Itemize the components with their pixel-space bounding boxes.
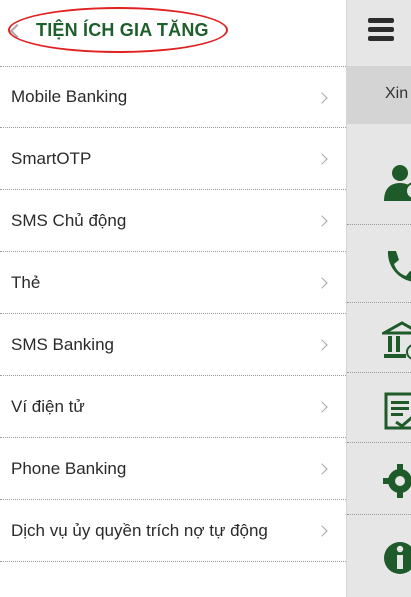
menu-item-label: Mobile Banking: [11, 87, 128, 106]
menu-item-sms-banking[interactable]: SMS Banking: [0, 314, 346, 376]
chevron-right-icon: [316, 153, 328, 165]
menu-item-smartotp[interactable]: SmartOTP: [0, 128, 346, 190]
chevron-right-icon: [316, 401, 328, 413]
menu-item-label: Ví điện tử: [11, 396, 85, 416]
divider: [347, 514, 411, 515]
info-icon[interactable]: [382, 540, 411, 580]
main-page-partial: Xin $: [347, 0, 411, 597]
menu-item-phone-banking[interactable]: Phone Banking: [0, 438, 346, 500]
divider: [347, 302, 411, 303]
menu-item-label: Thẻ: [11, 272, 41, 292]
greeting-text: Xin: [385, 85, 409, 102]
phone-icon[interactable]: [382, 247, 411, 287]
menu-item-uy-quyen-trich-no[interactable]: Dịch vụ ủy quyền trích nợ tự động: [0, 500, 346, 562]
hamburger-menu-icon[interactable]: [368, 18, 394, 42]
menu-item-label: Dịch vụ ủy quyền trích nợ tự động: [11, 520, 268, 540]
menu-item-vi-dien-tu[interactable]: Ví điện tử: [0, 376, 346, 438]
divider: [347, 442, 411, 443]
menu-item-label: SMS Banking: [11, 334, 114, 354]
drawer-menu: Mobile Banking SmartOTP SMS Chủ động Thẻ…: [0, 66, 346, 562]
settings-icon[interactable]: [382, 461, 411, 501]
highlight-annotation-oval: [8, 7, 228, 53]
chevron-right-icon: [316, 215, 328, 227]
divider: [347, 224, 411, 225]
chevron-right-icon: [316, 277, 328, 289]
chevron-right-icon: [316, 339, 328, 351]
side-drawer: TIỆN ÍCH GIA TĂNG Mobile Banking SmartOT…: [0, 0, 347, 597]
menu-item-label: Phone Banking: [11, 458, 127, 478]
bank-icon[interactable]: [382, 321, 411, 361]
menu-item-label: SMS Chủ động: [11, 210, 127, 230]
menu-item-the[interactable]: Thẻ: [0, 252, 346, 314]
chevron-right-icon: [316, 463, 328, 475]
greeting-bar: Xin: [347, 66, 411, 124]
divider: [347, 372, 411, 373]
user-account-icon[interactable]: $: [382, 163, 411, 203]
drawer-header: TIỆN ÍCH GIA TĂNG: [0, 0, 346, 66]
menu-item-mobile-banking[interactable]: Mobile Banking: [0, 66, 346, 128]
document-icon[interactable]: [382, 392, 411, 432]
chevron-right-icon: [316, 92, 328, 104]
menu-item-label: SmartOTP: [11, 148, 92, 168]
menu-item-sms-chu-dong[interactable]: SMS Chủ động: [0, 190, 346, 252]
chevron-right-icon: [316, 525, 328, 537]
